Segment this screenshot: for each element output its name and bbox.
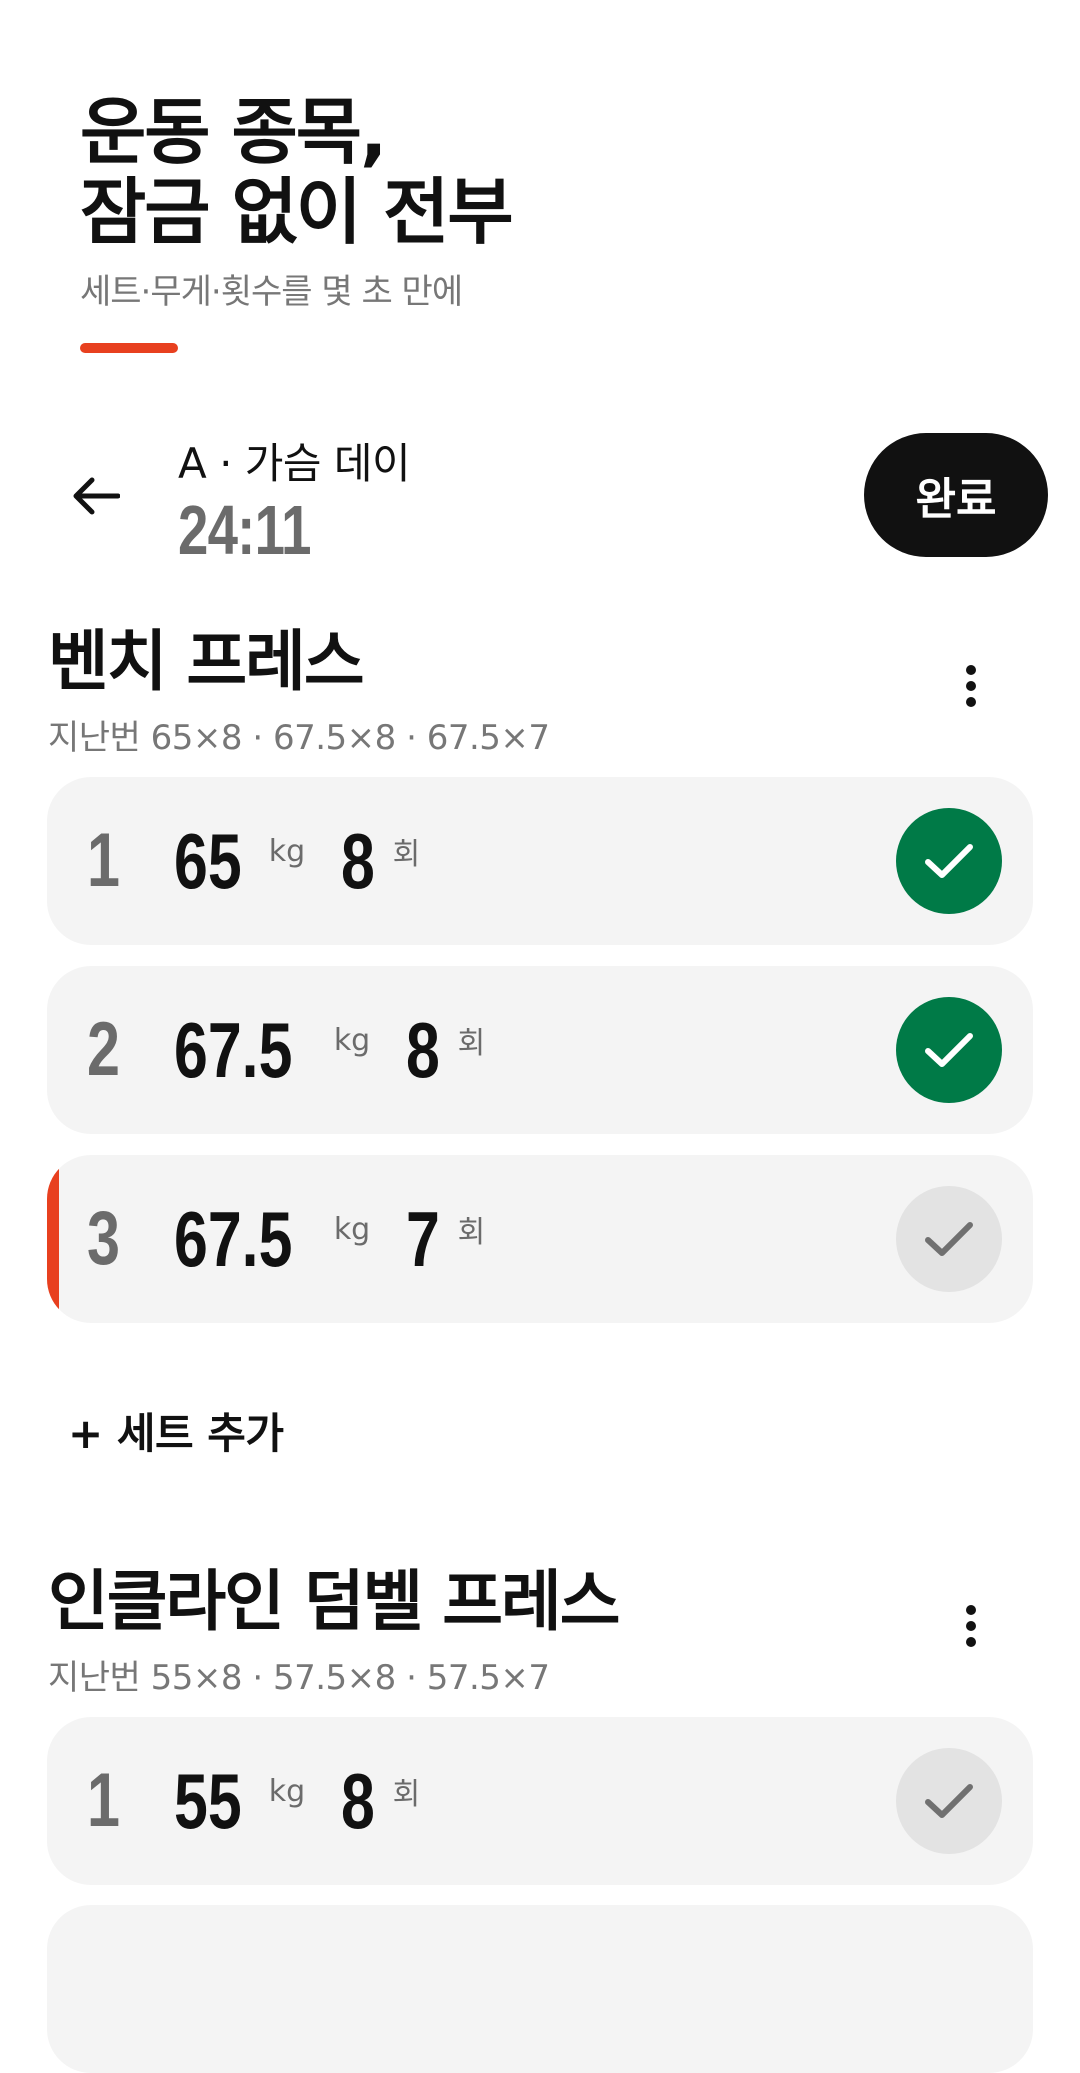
- hero-subtitle: 세트·무게·횟수를 몇 초 만에: [80, 272, 463, 312]
- more-vertical-icon: [966, 1605, 976, 1647]
- set-number: 3: [87, 1196, 120, 1281]
- exercise-title: 벤치 프레스: [48, 623, 365, 700]
- set-reps-value[interactable]: 8: [341, 1761, 375, 1841]
- set-number: 2: [87, 1007, 120, 1092]
- back-button[interactable]: [60, 460, 132, 532]
- exercise-previous: 지난번 55×8 · 57.5×8 · 57.5×7: [48, 1658, 550, 1698]
- checkmark-icon: [925, 1222, 973, 1256]
- exercise-menu-button[interactable]: [946, 1596, 996, 1656]
- finish-workout-button[interactable]: 완료: [864, 433, 1048, 557]
- weight-unit: kg: [333, 1022, 371, 1058]
- set-number: 1: [87, 1758, 120, 1843]
- set-number: 1: [87, 818, 120, 903]
- session-timer: 24:11: [178, 491, 312, 569]
- set-weight-value[interactable]: 67.5: [174, 1199, 292, 1279]
- set-reps-value[interactable]: 8: [341, 821, 375, 901]
- hero-title-line2: 잠금 없이 전부: [80, 170, 514, 254]
- set-weight-value[interactable]: 55: [174, 1761, 242, 1841]
- set-row: 2 67.5 kg 8 회: [47, 966, 1033, 1134]
- set-row: 1 65 kg 8 회: [47, 777, 1033, 945]
- session-name: A · 가슴 데이: [178, 439, 411, 488]
- reps-unit: 회: [457, 1026, 486, 1061]
- set-reps-value[interactable]: 7: [406, 1199, 440, 1279]
- weight-unit: kg: [268, 1773, 306, 1809]
- hero-title-line1: 운동 종목,: [80, 90, 387, 174]
- checkmark-icon: [925, 844, 973, 878]
- set-complete-toggle[interactable]: [896, 1748, 1002, 1854]
- accent-bar: [80, 343, 178, 353]
- exercise-title: 인클라인 덤벨 프레스: [48, 1563, 620, 1640]
- add-set-button[interactable]: + 세트 추가: [68, 1400, 284, 1461]
- hero-title: 운동 종목, 잠금 없이 전부: [80, 90, 514, 254]
- set-complete-toggle[interactable]: [896, 808, 1002, 914]
- checkmark-icon: [925, 1033, 973, 1067]
- weight-unit: kg: [268, 833, 306, 869]
- set-weight-value[interactable]: 67.5: [174, 1010, 292, 1090]
- set-row: 1 55 kg 8 회: [47, 1717, 1033, 1885]
- reps-unit: 회: [392, 837, 421, 872]
- exercise-previous: 지난번 65×8 · 67.5×8 · 67.5×7: [48, 718, 550, 758]
- more-vertical-icon: [966, 665, 976, 707]
- checkmark-icon: [925, 1784, 973, 1818]
- set-row-partial: [47, 1905, 1033, 2073]
- reps-unit: 회: [457, 1215, 486, 1250]
- set-complete-toggle[interactable]: [896, 1186, 1002, 1292]
- reps-unit: 회: [392, 1777, 421, 1812]
- set-complete-toggle[interactable]: [896, 997, 1002, 1103]
- set-row-active: 3 67.5 kg 7 회: [47, 1155, 1033, 1323]
- exercise-menu-button[interactable]: [946, 656, 996, 716]
- set-weight-value[interactable]: 65: [174, 821, 242, 901]
- arrow-left-icon: [73, 477, 120, 515]
- set-reps-value[interactable]: 8: [406, 1010, 440, 1090]
- weight-unit: kg: [333, 1211, 371, 1247]
